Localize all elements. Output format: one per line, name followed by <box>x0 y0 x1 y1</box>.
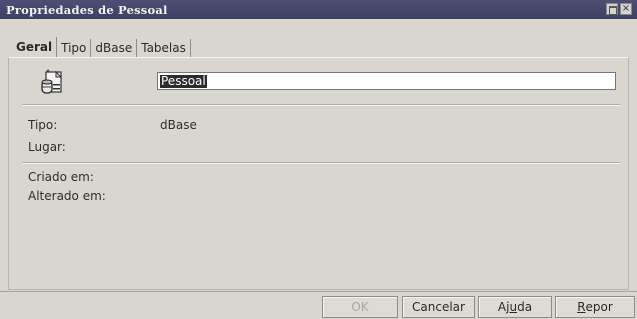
window-title: Propriedades de Pessoal <box>6 3 168 17</box>
properties-dialog: Propriedades de Pessoal × Geral Tipo dBa… <box>0 0 637 319</box>
tab-tabelas[interactable]: Tabelas <box>137 39 191 57</box>
ok-button[interactable]: OK <box>322 296 398 318</box>
location-label: Lugar: <box>28 140 66 154</box>
help-button[interactable]: Aj u da <box>478 296 552 318</box>
title-bar[interactable]: Propriedades de Pessoal × <box>0 0 637 19</box>
reset-label-post: epor <box>585 300 613 314</box>
close-icon[interactable]: × <box>620 3 632 15</box>
database-file-icon <box>41 69 63 94</box>
help-label-post: da <box>517 300 533 314</box>
help-label-pre: Aj <box>497 300 510 314</box>
type-label: Tipo: <box>28 118 58 132</box>
tab-dbase[interactable]: dBase <box>91 39 138 57</box>
reset-label-mnemonic: R <box>577 300 586 314</box>
general-panel <box>8 57 629 290</box>
separator <box>22 104 620 106</box>
maximize-icon[interactable] <box>606 3 618 15</box>
help-label-mnemonic: u <box>509 300 518 314</box>
cancel-button[interactable]: Cancelar <box>402 296 475 318</box>
reset-button[interactable]: Repor <box>555 296 635 318</box>
created-label: Criado em: <box>28 170 94 184</box>
tab-tipo[interactable]: Tipo <box>57 39 92 57</box>
separator <box>22 162 620 164</box>
modified-label: Alterado em: <box>28 189 106 203</box>
button-bar-separator <box>0 291 637 292</box>
tab-geral[interactable]: Geral <box>12 37 58 57</box>
name-value: Pessoal <box>160 73 207 88</box>
type-value: dBase <box>160 118 197 132</box>
tab-bar: Geral Tipo dBase Tabelas <box>12 37 191 57</box>
name-input[interactable]: Pessoal <box>157 72 616 90</box>
